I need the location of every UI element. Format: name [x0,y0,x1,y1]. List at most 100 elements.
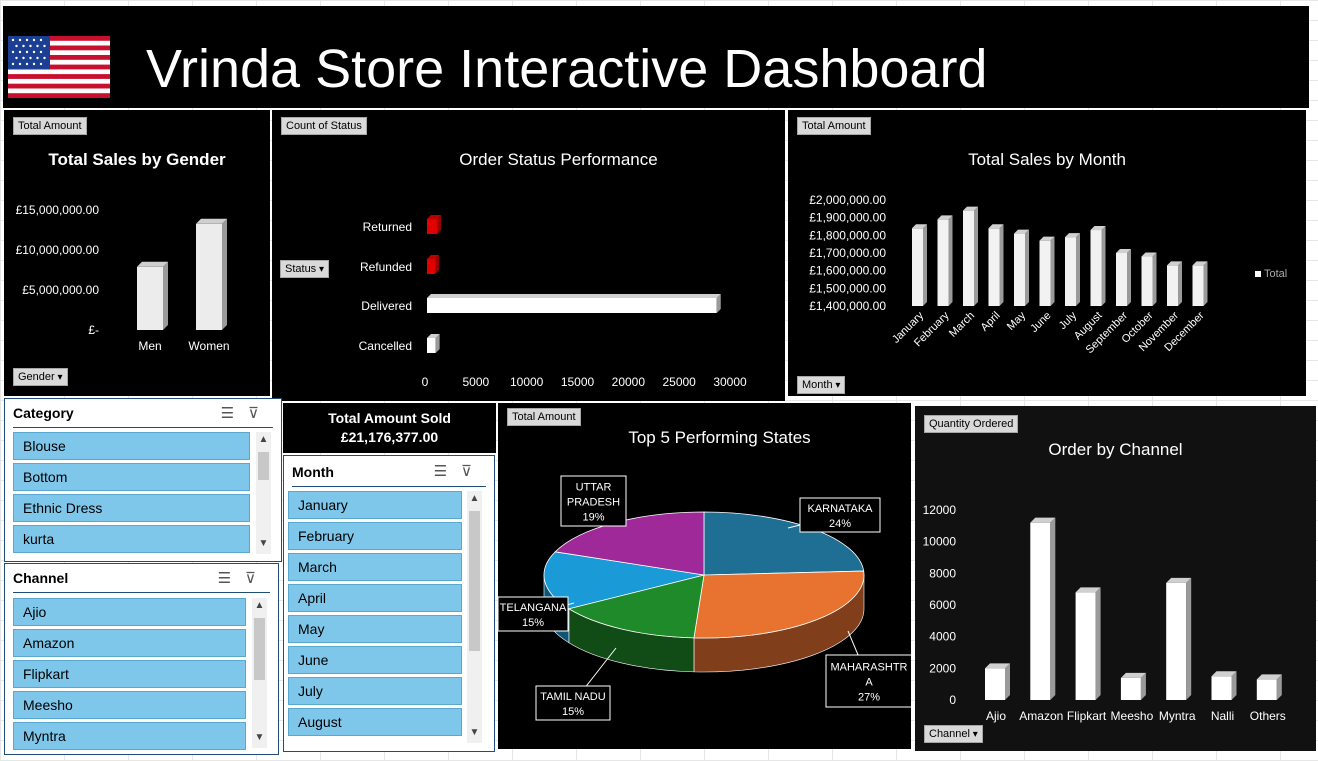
status-chart-panel: Count of Status Order Status Performance… [272,110,785,401]
y-tick-label: £- [88,323,99,337]
svg-text:A: A [865,677,873,689]
category-slicer: Category ☰⊽ Blouse Bottom Ethnic Dress k… [4,398,282,562]
slicer-item-bottom[interactable]: Bottom [13,463,250,491]
x-tick-label: Others [1250,709,1286,723]
slicer-item-march[interactable]: March [288,553,462,581]
header-banner: Vrinda Store Interactive Dashboard [3,6,1309,108]
scroll-thumb[interactable] [469,511,480,651]
month-bar-january [912,224,927,306]
month-legend: Total [1255,268,1287,280]
category-scrollbar[interactable]: ▲ ▼ [256,432,271,554]
scroll-down-icon[interactable]: ▼ [467,727,482,738]
y-tick-label: 0 [949,693,956,707]
channel-field-button[interactable]: Quantity Ordered [924,415,1019,433]
month-scrollbar[interactable]: ▲ ▼ [467,491,482,743]
slicer-item-flipkart[interactable]: Flipkart [13,660,246,688]
month-chart-plot: £2,000,000.00 £1,900,000.00 £1,800,000.00 £… [809,193,1208,356]
clear-filter-icon[interactable]: ⊽ [461,463,486,480]
channel-filter-button[interactable]: Channel [924,725,983,743]
slicer-item-ethnic-dress[interactable]: Ethnic Dress [13,494,250,522]
gender-chart-plot: £15,000,000.00 £10,000,000.00 £5,000,000.0… [16,203,230,353]
channel-bar-myntra [1166,577,1192,700]
status-bar-refunded [427,255,439,274]
scroll-thumb[interactable] [258,452,269,480]
channel-bar-ajio [985,663,1010,700]
scroll-thumb[interactable] [254,618,265,680]
x-tick-label: 15000 [561,375,595,389]
multi-select-icon[interactable]: ☰ [218,570,245,587]
month-filter-button[interactable]: Month [797,376,846,394]
scroll-up-icon[interactable]: ▲ [256,434,271,445]
slicer-item-ajio[interactable]: Ajio [13,598,246,626]
x-tick-label: Ajio [986,709,1006,723]
x-tick-label: 0 [422,375,429,389]
y-tick-label: £15,000,000.00 [16,203,100,217]
clear-filter-icon[interactable]: ⊽ [245,570,270,587]
channel-scrollbar[interactable]: ▲ ▼ [252,598,267,748]
y-tick-label: Delivered [361,299,412,313]
x-tick-label: Amazon [1019,709,1063,723]
x-tick-label: Nalli [1211,709,1234,723]
gender-chart-title: Total Sales by Gender [48,150,226,169]
clear-filter-icon[interactable]: ⊽ [248,405,273,422]
slicer-item-meesho[interactable]: Meesho [13,691,246,719]
pie-data-label: KARNATAKA 24% [787,497,881,533]
y-tick-label: Cancelled [359,339,412,353]
dashboard-title: Vrinda Store Interactive Dashboard [146,39,988,99]
slicer-item-myntra[interactable]: Myntra [13,722,246,750]
x-tick-label: 20000 [612,375,646,389]
svg-text:UTTAR: UTTAR [576,482,612,494]
slicer-item-amazon[interactable]: Amazon [13,629,246,657]
gender-field-button[interactable]: Total Amount [13,117,87,135]
status-chart-title: Order Status Performance [459,150,658,169]
slicer-item-kurta[interactable]: kurta [13,525,250,553]
slicer-item-blouse[interactable]: Blouse [13,432,250,460]
status-field-button[interactable]: Count of Status [281,117,367,135]
slicer-tools: ☰⊽ [434,462,486,480]
y-tick-label: £10,000,000.00 [16,243,100,257]
states-chart-panel: Total Amount Top 5 Performing States KAR… [498,403,911,749]
svg-text:19%: 19% [582,512,604,524]
y-tick-label: 12000 [923,503,957,517]
status-chart-plot: Returned Refunded Delivered Cancelled 0 5000 1… [359,215,747,389]
scroll-down-icon[interactable]: ▼ [256,538,271,549]
channel-chart-title: Order by Channel [1048,440,1183,459]
channel-chart-plot: 12000 10000 8000 6000 4000 2000 0 Ajio Amazon Fli… [923,503,1286,723]
channel-bar-others [1256,674,1282,700]
svg-text:KARNATAKA: KARNATAKA [808,503,874,515]
scroll-up-icon[interactable]: ▲ [252,600,267,611]
month-bar-may [1014,229,1029,306]
month-chart-panel: Total Amount Total Sales by Month £2,000… [788,110,1306,396]
slicer-item-may[interactable]: May [288,615,462,643]
multi-select-icon[interactable]: ☰ [434,463,461,480]
category-slicer-title: Category [13,405,74,421]
gender-chart-panel: Total Amount Total Sales by Gender £15,0… [4,110,270,396]
x-tick-label: April [979,310,1003,334]
x-tick-label: 25000 [662,375,696,389]
total-sold-label: Total Amount Sold [328,410,451,426]
month-bar-july [1065,233,1080,306]
x-tick-label: Women [188,339,229,353]
slicer-item-february[interactable]: February [288,522,462,550]
y-tick-label: 10000 [923,535,957,549]
channel-bar-nalli [1211,671,1237,700]
slicer-item-july[interactable]: July [288,677,462,705]
pie-data-label: UTTAR PRADESH 19% [560,475,627,527]
multi-select-icon[interactable]: ☰ [221,405,248,422]
slicer-item-june[interactable]: June [288,646,462,674]
scroll-down-icon[interactable]: ▼ [252,732,267,743]
gender-filter-button[interactable]: Gender [13,368,68,386]
slicer-item-january[interactable]: January [288,491,462,519]
status-bar-returned [427,215,442,234]
slicer-divider [13,427,273,428]
x-tick-label: June [1028,310,1053,335]
month-bar-february [937,215,953,306]
slicer-item-april[interactable]: April [288,584,462,612]
y-tick-label: £1,800,000.00 [809,228,886,242]
channel-bar-flipkart [1075,587,1101,700]
x-tick-label: Men [138,339,161,353]
scroll-up-icon[interactable]: ▲ [467,493,482,504]
month-field-button[interactable]: Total Amount [797,117,871,135]
states-pie-plot: KARNATAKA24%MAHARASHTRA27%TAMIL NADU15%T… [498,475,911,721]
slicer-item-august[interactable]: August [288,708,462,736]
